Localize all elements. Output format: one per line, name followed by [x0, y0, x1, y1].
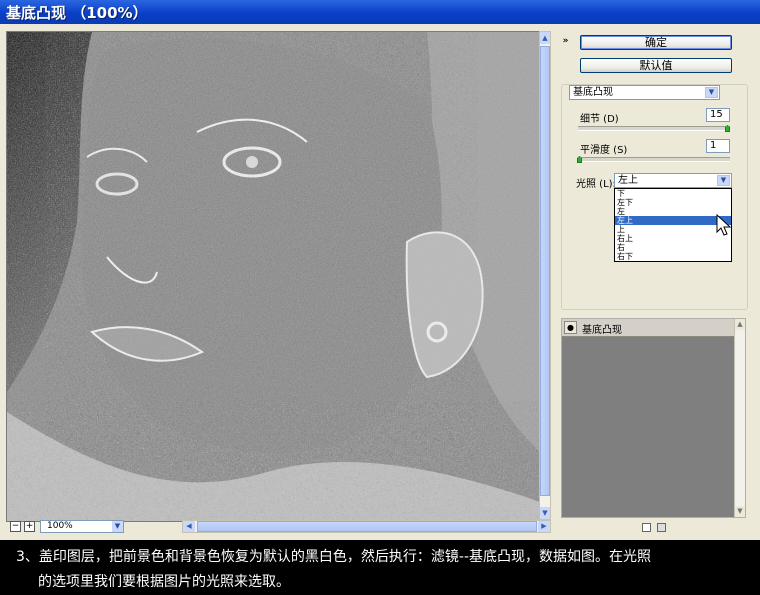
light-label: 光照 (L): — [576, 179, 616, 190]
window-title: 基底凸现 （100%） — [6, 4, 148, 22]
light-option[interactable]: 右上 — [615, 234, 731, 243]
ok-button[interactable]: 确定 — [580, 35, 732, 50]
preview-vertical-scrollbar[interactable]: ▲ ▼ — [539, 31, 551, 520]
light-option-highlighted[interactable]: 左上 — [615, 216, 731, 225]
tutorial-caption: 3、盖印图层，把前景色和背景色恢复为默认的黑白色，然后执行：滤镜--基底凸现，数… — [16, 545, 756, 595]
embossed-portrait-image — [7, 32, 540, 521]
smoothness-input[interactable]: 1 — [706, 139, 730, 153]
scroll-up-icon[interactable]: ▲ — [540, 32, 550, 44]
layers-scrollbar[interactable]: ▲ ▼ — [734, 319, 745, 517]
scroll-left-icon[interactable]: ◀ — [183, 521, 195, 532]
scroll-thumb-horizontal[interactable] — [197, 521, 537, 532]
eye-icon[interactable]: ● — [564, 321, 577, 334]
smoothness-slider-track[interactable] — [578, 157, 730, 162]
detail-input[interactable]: 15 — [706, 108, 730, 122]
default-value-button[interactable]: 默认值 — [580, 58, 732, 73]
light-direction-select[interactable]: 左上 ▼ — [614, 173, 732, 188]
zoom-out-button[interactable]: − — [10, 521, 21, 532]
filter-select-value: 基底凸现 — [573, 87, 613, 98]
mouse-pointer-icon — [716, 214, 732, 236]
scroll-down-icon[interactable]: ▼ — [735, 506, 745, 517]
scroll-thumb[interactable] — [540, 46, 550, 496]
light-direction-value: 左上 — [618, 175, 638, 186]
double-chevron-up-icon[interactable]: » — [560, 36, 571, 47]
chevron-down-icon: ▼ — [705, 87, 718, 98]
scroll-right-icon[interactable]: ▶ — [538, 521, 550, 532]
zoom-in-button[interactable]: + — [24, 521, 35, 532]
scroll-up-icon[interactable]: ▲ — [735, 319, 745, 330]
effect-layer-name: 基底凸现 — [582, 325, 622, 336]
filter-select[interactable]: 基底凸现 ▼ — [569, 85, 720, 100]
light-option[interactable]: 右下 — [615, 252, 731, 261]
caption-line-1: 3、盖印图层，把前景色和背景色恢复为默认的黑白色，然后执行：滤镜--基底凸现，数… — [16, 549, 652, 565]
preview-bottom-bar: − + 100% ▼ ◀ ▶ — [6, 520, 551, 534]
filter-dialog-window: 基底凸现 （100%） ▲ ▼ − + 100% ▼ ◀ ▶ » 确定 默认值 … — [0, 0, 760, 540]
zoom-select[interactable]: 100% ▼ — [40, 520, 124, 533]
chevron-down-icon: ▼ — [112, 521, 123, 532]
chevron-down-icon: ▼ — [717, 175, 730, 186]
preview-canvas[interactable] — [6, 31, 541, 522]
effect-layers-panel: ● 基底凸现 ▲ ▼ — [561, 318, 746, 518]
title-bar[interactable]: 基底凸现 （100%） — [0, 0, 760, 24]
light-direction-options: 下 左下 左 左上 上 右上 右 右下 — [614, 188, 732, 262]
effect-layer-row[interactable]: ● 基底凸现 — [562, 319, 735, 337]
light-option[interactable]: 右 — [615, 243, 731, 252]
new-effect-layer-icon[interactable] — [642, 523, 651, 532]
light-option[interactable]: 左 — [615, 207, 731, 216]
detail-label: 细节 (D) — [580, 114, 619, 125]
zoom-value: 100% — [47, 521, 73, 531]
light-option[interactable]: 左下 — [615, 198, 731, 207]
preview-horizontal-scrollbar[interactable]: ◀ ▶ — [182, 520, 551, 533]
detail-slider-track[interactable] — [578, 126, 730, 131]
smoothness-label: 平滑度 (S) — [580, 145, 628, 156]
light-option[interactable]: 上 — [615, 225, 731, 234]
light-option[interactable]: 下 — [615, 189, 731, 198]
trash-icon[interactable] — [657, 523, 666, 532]
scroll-down-icon[interactable]: ▼ — [540, 507, 550, 519]
caption-line-2: 的选项里我们要根据图片的光照来选取。 — [38, 574, 290, 590]
